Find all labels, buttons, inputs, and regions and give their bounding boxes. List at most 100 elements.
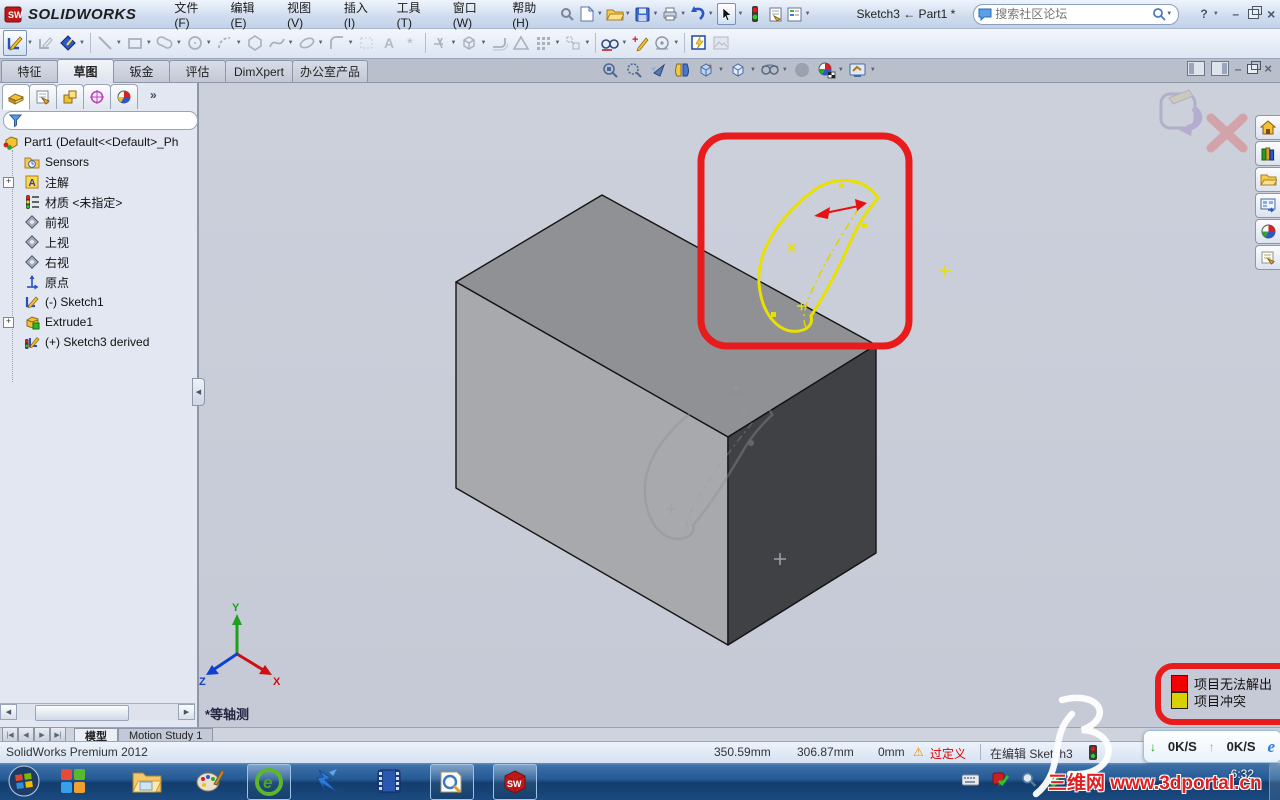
propertymanager-tab[interactable]	[29, 84, 57, 109]
spline-tool-icon[interactable]	[266, 31, 288, 55]
tree-item-origin[interactable]: 原点	[0, 272, 197, 292]
browser-e-icon[interactable]: e	[1267, 737, 1275, 757]
cancel-sketch-icon[interactable]	[1206, 113, 1248, 153]
menu-insert[interactable]: 插入(I)	[332, 0, 385, 34]
zoom-fit-icon[interactable]	[598, 59, 622, 81]
tree-item-extrude1[interactable]: + Extrude1	[0, 312, 197, 332]
select-tool-icon[interactable]	[716, 3, 737, 25]
taskbar-app-squares[interactable]	[52, 764, 94, 798]
fillet-tool-icon[interactable]	[326, 31, 348, 55]
appearances-scenes-tab[interactable]	[1255, 219, 1280, 244]
tree-item-sketch1[interactable]: (-) Sketch1	[0, 292, 197, 312]
trim-dropdown[interactable]: ▼	[451, 40, 457, 46]
expand-icon[interactable]: +	[3, 177, 14, 188]
help-button[interactable]: ?	[1195, 6, 1213, 22]
point-tool-icon[interactable]: *	[400, 31, 422, 55]
tab-sheet-metal[interactable]: 钣金	[113, 60, 170, 82]
minimize-button[interactable]: –	[1227, 6, 1245, 22]
save-icon[interactable]	[634, 4, 652, 24]
new-file-icon[interactable]	[578, 4, 596, 24]
doc-minimize-button[interactable]: –	[1235, 62, 1242, 76]
panel-overflow-chevron[interactable]: »	[150, 88, 157, 102]
undo-dropdown[interactable]: ▼	[708, 11, 714, 17]
text-tool-icon[interactable]: A	[378, 31, 400, 55]
quick-snaps-icon[interactable]	[651, 31, 673, 55]
rectangle-tool-icon[interactable]	[124, 31, 146, 55]
sketch-asterisk-point[interactable]	[787, 243, 796, 253]
trim-entities-icon[interactable]	[429, 31, 451, 55]
view-palette-tab[interactable]	[1255, 193, 1280, 218]
view-settings-icon[interactable]	[846, 59, 870, 81]
doc-close-button[interactable]: ×	[1264, 61, 1272, 76]
circle-tool-dropdown[interactable]: ▼	[206, 40, 212, 46]
menu-window[interactable]: 窗口(W)	[441, 0, 500, 34]
last-tab-button[interactable]: ▶|	[50, 727, 66, 742]
tree-item-top-plane[interactable]: 上视	[0, 232, 197, 252]
sketch-picture-icon[interactable]	[710, 31, 732, 55]
menu-edit[interactable]: 编辑(E)	[218, 0, 275, 34]
ellipse-tool-dropdown[interactable]: ▼	[318, 40, 324, 46]
tree-filter-box[interactable]	[3, 111, 198, 130]
print-icon[interactable]	[661, 4, 679, 24]
convert-entities-icon[interactable]	[458, 31, 480, 55]
appearance-dropdown[interactable]: ▼	[838, 67, 844, 73]
motion-study-tab[interactable]: Motion Study 1	[118, 728, 214, 742]
line-tool-dropdown[interactable]: ▼	[116, 40, 122, 46]
featuremanager-tab[interactable]	[2, 84, 30, 110]
scroll-thumb[interactable]	[35, 705, 129, 721]
tray-antivirus-icon[interactable]	[992, 772, 1009, 787]
menu-file[interactable]: 文件(F)	[162, 0, 218, 34]
panel-collapse-grip[interactable]: ◀	[192, 378, 205, 406]
rectangle-tool-dropdown[interactable]: ▼	[146, 40, 152, 46]
tab-dimxpert[interactable]: DimXpert	[225, 60, 293, 82]
taskbar-clock[interactable]: 6:32	[1231, 767, 1254, 781]
display-relations-icon[interactable]	[599, 31, 621, 55]
prev-tab-button[interactable]: ◀	[18, 727, 34, 742]
tree-item-material[interactable]: 材质 <未指定>	[0, 192, 197, 212]
menu-help[interactable]: 帮助(H)	[500, 0, 557, 34]
smart-dimension-dropdown[interactable]: ▼	[79, 40, 85, 46]
tray-keyboard-icon[interactable]	[962, 772, 979, 787]
restore-button[interactable]	[1245, 6, 1263, 22]
line-tool-icon[interactable]	[94, 31, 116, 55]
zoom-area-icon[interactable]	[622, 59, 646, 81]
network-speed-widget[interactable]: ↓ 0K/S ↑ 0K/S e	[1143, 730, 1280, 763]
circle-tool-icon[interactable]	[184, 31, 206, 55]
tree-item-front-plane[interactable]: 前视	[0, 212, 197, 232]
taskbar-bird-app[interactable]	[308, 764, 350, 798]
move-dropdown[interactable]: ▼	[584, 40, 590, 46]
linear-pattern-icon[interactable]	[532, 31, 554, 55]
slot-tool-dropdown[interactable]: ▼	[176, 40, 182, 46]
hide-show-items-icon[interactable]	[758, 59, 782, 81]
model-tab[interactable]: 模型	[74, 728, 118, 743]
taskbar-paint[interactable]	[189, 764, 231, 798]
view-orientation-icon[interactable]: +	[694, 59, 718, 81]
tray-search-icon[interactable]	[1020, 772, 1037, 787]
sketch-tool-icon[interactable]	[3, 30, 27, 56]
close-button[interactable]: ×	[1262, 6, 1280, 22]
menu-view[interactable]: 视图(V)	[275, 0, 332, 34]
offset-entities-icon[interactable]	[488, 31, 510, 55]
search-dropdown[interactable]: ▼	[1166, 11, 1172, 17]
add-relation-icon[interactable]: +	[629, 31, 651, 55]
plane-tool-icon[interactable]	[356, 31, 378, 55]
taskbar-solidworks[interactable]: SW	[493, 764, 537, 800]
displaymanager-tab[interactable]	[110, 84, 138, 109]
convert-dropdown[interactable]: ▼	[480, 40, 486, 46]
options-dropdown[interactable]: ▼	[805, 11, 811, 17]
fillet-tool-dropdown[interactable]: ▼	[348, 40, 354, 46]
left-pane-toggle-icon[interactable]	[1186, 61, 1205, 76]
search-icon[interactable]	[1152, 7, 1166, 21]
help-dropdown[interactable]: ▼	[1213, 11, 1219, 17]
view-settings-dropdown[interactable]: ▼	[870, 67, 876, 73]
tree-item-sensors[interactable]: Sensors	[0, 152, 197, 172]
tray-shield-icon[interactable]	[1045, 772, 1062, 787]
sketch-warning-icon[interactable]	[510, 31, 532, 55]
options-icon[interactable]	[786, 4, 804, 24]
tray-ball-icon[interactable]	[1070, 772, 1087, 787]
taskbar-browser-360[interactable]: e	[247, 764, 291, 800]
smart-dimension-icon[interactable]	[57, 31, 79, 55]
custom-properties-tab[interactable]	[1255, 245, 1280, 270]
open-file-icon[interactable]	[605, 4, 624, 24]
community-search-box[interactable]: ▼	[973, 3, 1180, 25]
